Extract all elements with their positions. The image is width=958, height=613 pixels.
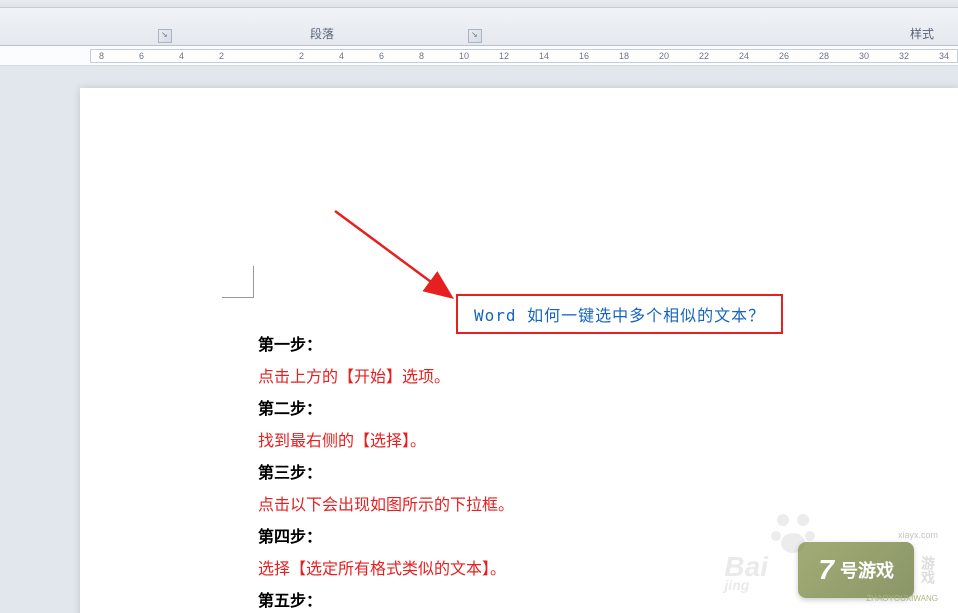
ruler-tick: 12	[499, 51, 509, 61]
document-area[interactable]: Word 如何一键选中多个相似的文本？ 第一步： 点击上方的【开始】选项。 第二…	[0, 66, 958, 613]
ruler-tick: 30	[859, 51, 869, 61]
ruler-tick: 2	[299, 51, 304, 61]
step-text: 选择【选定所有格式类似的文本】。	[258, 555, 594, 579]
group-label-style: 样式	[910, 25, 934, 42]
group-launcher-icon[interactable]	[158, 29, 172, 43]
ruler-tick: 22	[699, 51, 709, 61]
ruler-tick: 4	[179, 51, 184, 61]
step-label: 第五步：	[258, 587, 594, 611]
title-highlight-box: Word 如何一键选中多个相似的文本？	[456, 294, 783, 334]
step-label: 第一步：	[258, 331, 594, 355]
ruler-tick: 10	[459, 51, 469, 61]
ruler-tick: 6	[139, 51, 144, 61]
ruler-tick: 6	[379, 51, 384, 61]
ruler-tick: 28	[819, 51, 829, 61]
document-content: 第一步： 点击上方的【开始】选项。 第二步： 找到最右侧的【选择】。 第三步： …	[258, 331, 594, 613]
ruler-tick: 26	[779, 51, 789, 61]
watermark-baidu: Bai jing	[724, 551, 768, 593]
step-text: 点击以下会出现如图所示的下拉框。	[258, 491, 594, 515]
ruler-area: 8 6 4 2 2 4 6 8 10 12 14 16 18 20 22 24 …	[0, 46, 958, 66]
ruler-tick: 14	[539, 51, 549, 61]
step-label: 第三步：	[258, 459, 594, 483]
ruler-tick: 4	[339, 51, 344, 61]
ruler-tick: 34	[939, 51, 949, 61]
ruler-tick: 16	[579, 51, 589, 61]
document-title: Word 如何一键选中多个相似的文本？	[474, 306, 765, 325]
cursor-mark-icon	[222, 266, 254, 298]
step-text: 点击上方的【开始】选项。	[258, 363, 594, 387]
group-launcher-icon[interactable]	[468, 29, 482, 43]
ruler-tick: 18	[619, 51, 629, 61]
ruler-tick: 8	[99, 51, 104, 61]
ruler-tick: 2	[219, 51, 224, 61]
step-label: 第四步：	[258, 523, 594, 547]
ruler-tick: 8	[419, 51, 424, 61]
step-text: 找到最右侧的【选择】。	[258, 427, 594, 451]
ribbon-toolbar	[0, 0, 958, 8]
group-label-paragraph: 段落	[310, 25, 334, 42]
ruler-tick: 24	[739, 51, 749, 61]
horizontal-ruler[interactable]: 8 6 4 2 2 4 6 8 10 12 14 16 18 20 22 24 …	[90, 49, 958, 63]
watermark-logo: xiayx.com 7 号游戏 游戏 ZHAOYOUXIWANG	[798, 530, 938, 603]
step-label: 第二步：	[258, 395, 594, 419]
ribbon-groups: 段落 样式	[0, 8, 958, 46]
ruler-tick: 20	[659, 51, 669, 61]
ruler-tick: 32	[899, 51, 909, 61]
